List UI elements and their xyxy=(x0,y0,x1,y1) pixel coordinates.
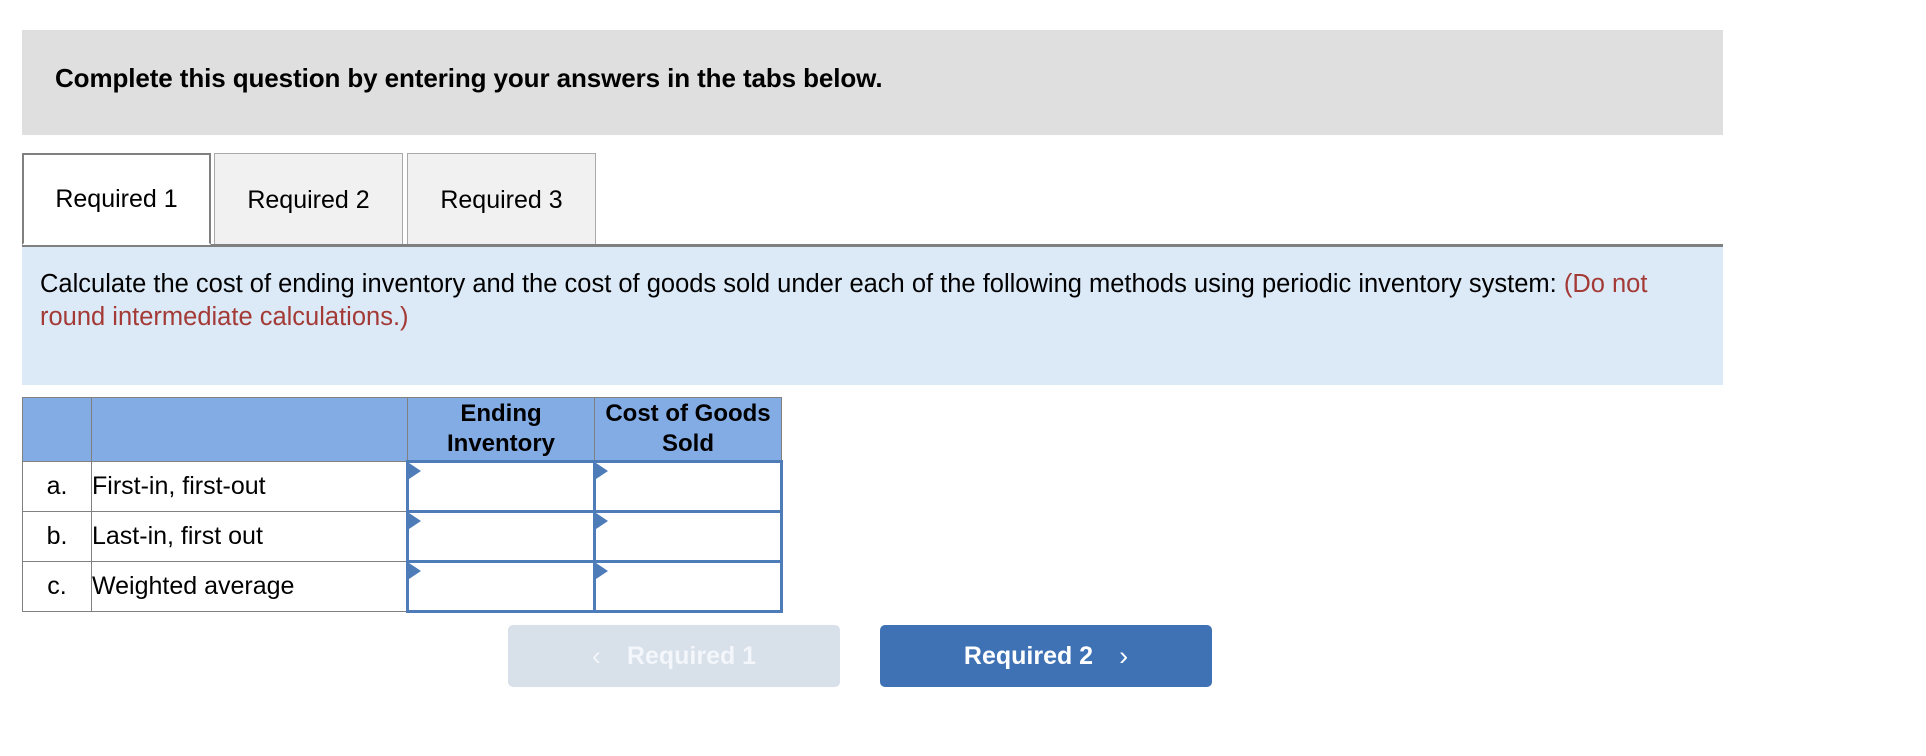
row-method-label: First-in, first-out xyxy=(91,461,408,512)
table-header-row: Ending Inventory Cost of Goods Sold xyxy=(22,397,782,462)
row-method-label: Last-in, first out xyxy=(91,511,408,562)
prompt-header: Complete this question by entering your … xyxy=(22,30,1723,135)
answer-table-head: Ending Inventory Cost of Goods Sold xyxy=(22,397,782,462)
question-panel: Complete this question by entering your … xyxy=(0,0,1926,756)
row-method-label: Weighted average xyxy=(91,561,408,612)
input-lifo-ending-inventory[interactable] xyxy=(406,510,596,563)
input-weighted-average-cost-of-goods-sold[interactable] xyxy=(593,560,783,613)
next-required-button[interactable]: Required 2 › xyxy=(880,625,1212,687)
input-value[interactable] xyxy=(596,513,780,560)
table-row: a. First-in, first-out xyxy=(22,460,783,513)
input-value[interactable] xyxy=(596,463,780,510)
input-fifo-cost-of-goods-sold[interactable] xyxy=(593,460,783,513)
tab-required-2[interactable]: Required 2 xyxy=(214,153,403,245)
prompt-header-title: Complete this question by entering your … xyxy=(55,63,883,93)
input-lifo-cost-of-goods-sold[interactable] xyxy=(593,510,783,563)
instruction-text: Calculate the cost of ending inventory a… xyxy=(40,268,1710,334)
input-value[interactable] xyxy=(409,463,593,510)
input-fifo-ending-inventory[interactable] xyxy=(406,460,596,513)
row-letter: c. xyxy=(22,561,92,612)
header-letter xyxy=(22,397,92,462)
input-value[interactable] xyxy=(596,563,780,610)
instruction-main: Calculate the cost of ending inventory a… xyxy=(40,270,1557,298)
input-value[interactable] xyxy=(409,563,593,610)
header-cost-of-goods-sold: Cost of Goods Sold xyxy=(594,397,782,462)
tab-strip: Required 1 Required 2 Required 3 xyxy=(22,153,1723,246)
table-row: b. Last-in, first out xyxy=(22,510,783,563)
tab-required-1[interactable]: Required 1 xyxy=(22,153,211,245)
next-button-label: Required 2 xyxy=(963,641,1094,670)
instruction-banner: Calculate the cost of ending inventory a… xyxy=(22,245,1723,385)
previous-button-label: Required 1 xyxy=(626,641,757,670)
header-method xyxy=(91,397,408,462)
tab-required-3[interactable]: Required 3 xyxy=(407,153,596,245)
input-value[interactable] xyxy=(409,513,593,560)
row-letter: b. xyxy=(22,511,92,562)
answer-table-body: a. First-in, first-out b. Last-in, first… xyxy=(22,460,783,613)
row-letter: a. xyxy=(22,461,92,512)
input-weighted-average-ending-inventory[interactable] xyxy=(406,560,596,613)
navigation-buttons: ‹ Required 1 Required 2 › xyxy=(508,625,1218,687)
header-ending-inventory: Ending Inventory xyxy=(407,397,595,462)
answer-table: Ending Inventory Cost of Goods Sold a. F… xyxy=(22,397,783,613)
chevron-left-icon: ‹ xyxy=(591,640,601,671)
previous-required-button[interactable]: ‹ Required 1 xyxy=(508,625,840,687)
table-row: c. Weighted average xyxy=(22,560,783,613)
chevron-right-icon: › xyxy=(1119,640,1129,671)
